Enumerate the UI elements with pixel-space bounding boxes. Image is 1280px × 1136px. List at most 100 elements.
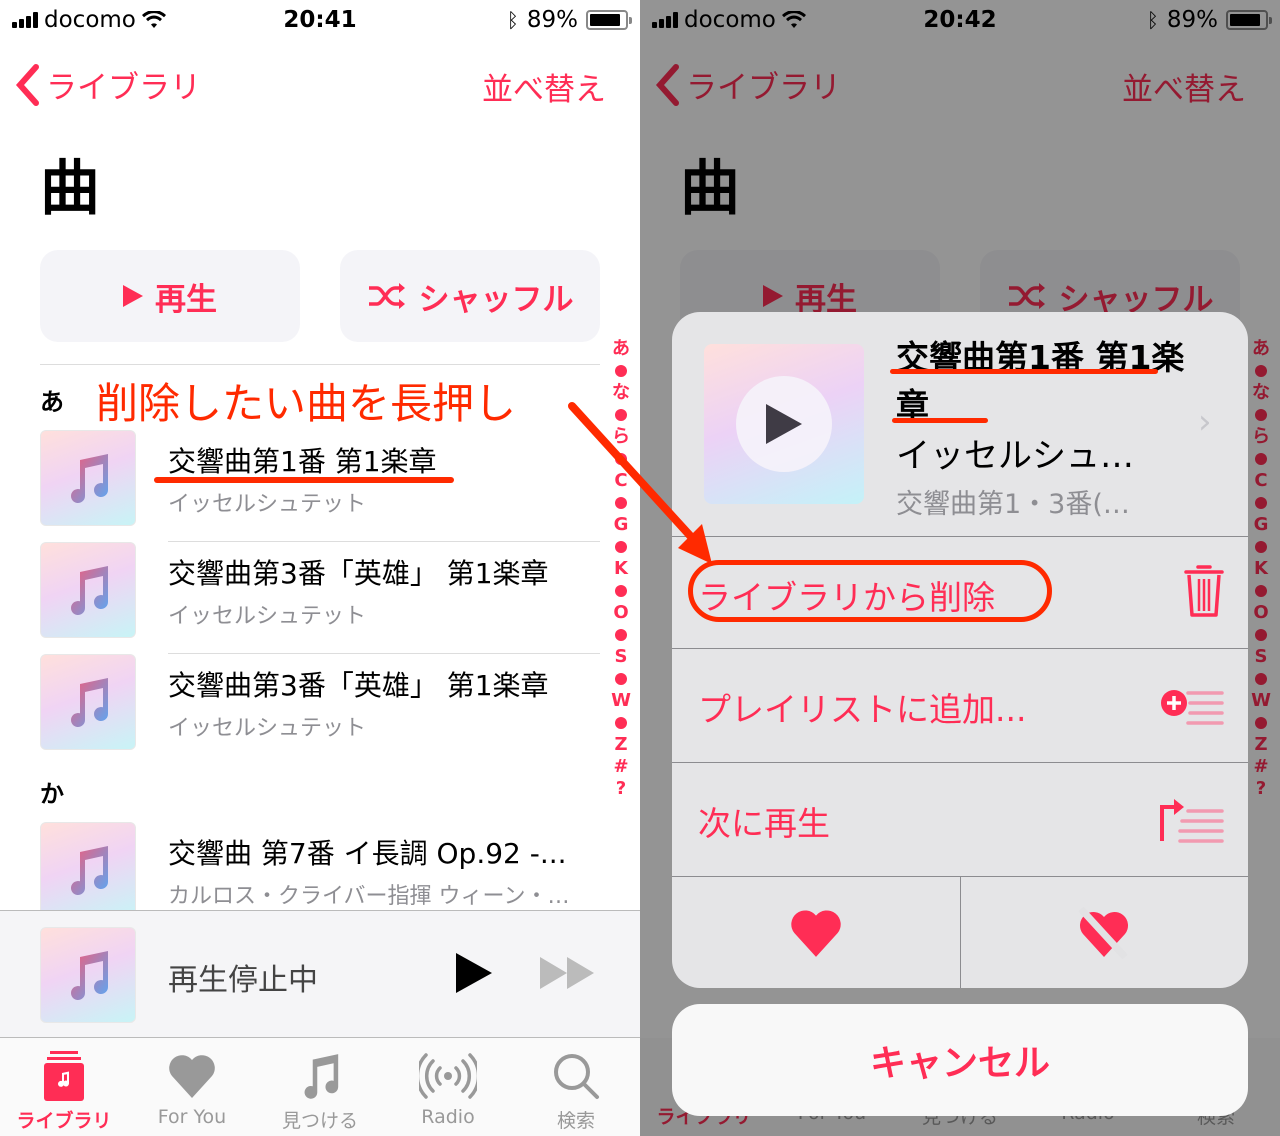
song-header[interactable]: 交響曲第1番 第1楽章 イッセルシュ… 交響曲第1・3番(… › (672, 312, 1248, 536)
sort-button[interactable]: 並べ替え (482, 64, 606, 109)
index-dot[interactable] (615, 497, 627, 509)
annotation-text: 削除したい曲を長押し (96, 379, 517, 428)
song-row[interactable]: 交響曲第3番「英雄」 第1楽章 イッセルシュテット (40, 542, 600, 654)
battery-icon (586, 10, 632, 30)
annotation-highlight-ring (688, 560, 1052, 622)
index-letter[interactable]: Z (614, 734, 627, 756)
preview-play-button[interactable] (736, 376, 832, 472)
shuffle-button[interactable]: シャッフル (340, 250, 600, 342)
suggest-less-button[interactable] (961, 877, 1249, 988)
music-note-icon (71, 454, 109, 504)
play-all-button[interactable]: 再生 (40, 250, 300, 342)
tab-radio[interactable]: Radio (384, 1046, 512, 1128)
mini-player[interactable]: 再生停止中 (0, 910, 640, 1038)
tab-for-you[interactable]: For You (128, 1046, 256, 1128)
index-dot[interactable] (615, 629, 627, 641)
tab-label: 検索 (556, 1110, 595, 1132)
song-album: 交響曲第1・3番(… (896, 489, 1130, 520)
index-letter[interactable]: S (615, 646, 628, 668)
album-art (40, 654, 136, 750)
tab-label: Radio (421, 1106, 475, 1128)
tab-browse[interactable]: 見つける (256, 1046, 384, 1133)
status-bar: docomo 20:41 ᛒ 89% (0, 0, 640, 42)
heart-icon (791, 909, 841, 957)
index-dot[interactable] (615, 409, 627, 421)
index-letter[interactable]: C (614, 470, 627, 492)
index-dot[interactable] (615, 585, 627, 597)
index-letter[interactable]: K (614, 558, 628, 580)
music-note-icon (71, 951, 109, 1001)
shuffle-label: シャッフル (418, 281, 574, 318)
index-letter[interactable]: な (612, 382, 630, 404)
index-dot[interactable] (615, 717, 627, 729)
trash-icon (1184, 565, 1224, 617)
battery-percent: 89% (526, 7, 578, 33)
fast-forward-button[interactable] (540, 957, 594, 989)
bluetooth-icon: ᛒ (506, 8, 519, 32)
annotation-underline (892, 418, 988, 423)
action-sheet: 交響曲第1番 第1楽章 イッセルシュ… 交響曲第1・3番(… › ライブラリから… (672, 312, 1248, 988)
play-icon (766, 404, 802, 444)
index-letter[interactable]: W (611, 690, 631, 712)
play-icon (123, 285, 143, 307)
add-to-playlist-option[interactable]: プレイリストに追加... (672, 648, 1248, 760)
navigation-bar: ライブラリ 並べ替え (0, 56, 640, 112)
tab-library[interactable]: ライブラリ (0, 1046, 128, 1133)
index-letter[interactable]: ら (612, 426, 630, 448)
index-letter[interactable]: O (613, 602, 628, 624)
play-next-option[interactable]: 次に再生 (672, 762, 1248, 874)
song-title: 交響曲 第7番 イ長調 Op.92 -... (168, 837, 567, 870)
chevron-right-icon: › (1198, 402, 1212, 442)
play-button[interactable] (456, 953, 492, 993)
album-art (40, 542, 136, 638)
album-art (40, 430, 136, 526)
love-button[interactable] (672, 877, 961, 988)
song-artist: イッセルシュテット (168, 492, 367, 517)
chevron-left-icon (15, 63, 39, 106)
back-button[interactable]: ライブラリ (14, 62, 201, 107)
index-letter[interactable]: あ (612, 338, 630, 360)
page-title: 曲 (40, 154, 100, 224)
song-row[interactable]: 交響曲第3番「英雄」 第1楽章 イッセルシュテット (40, 654, 600, 766)
music-note-icon (71, 566, 109, 616)
tab-search[interactable]: 検索 (512, 1046, 640, 1133)
section-header: か (40, 780, 64, 808)
search-icon (554, 1054, 599, 1099)
index-dot[interactable] (615, 365, 627, 377)
index-letter[interactable]: # (613, 756, 628, 778)
heart-slash-icon (1078, 906, 1129, 959)
song-artist: イッセルシュテット (168, 716, 367, 741)
add-to-playlist-icon (1161, 690, 1224, 725)
song-row[interactable]: 交響曲第1番 第1楽章 イッセルシュテット (40, 430, 600, 542)
section-header: あ (40, 388, 64, 416)
song-title: 交響曲第1番 第1楽章 (896, 338, 1185, 425)
music-note-icon (304, 1054, 339, 1099)
album-art (40, 927, 136, 1023)
cancel-button[interactable]: キャンセル (672, 1004, 1248, 1116)
album-art (40, 822, 136, 918)
index-dot[interactable] (615, 453, 627, 465)
radio-icon (419, 1053, 477, 1099)
library-icon (44, 1051, 84, 1101)
heart-icon (169, 1055, 215, 1098)
rating-row (672, 876, 1248, 988)
section-index[interactable]: あなら C G K O S W Z #? (608, 338, 634, 800)
index-dot[interactable] (615, 541, 627, 553)
shuffle-icon (368, 283, 405, 309)
song-title: 交響曲第3番「英雄」 第1楽章 (168, 557, 549, 590)
option-label: 次に再生 (698, 804, 830, 843)
index-letter[interactable]: G (614, 514, 629, 536)
song-artist: イッセルシュ… (896, 436, 1134, 476)
song-title: 交響曲第1番 第1楽章 (168, 445, 437, 478)
tab-label: 見つける (281, 1110, 358, 1132)
divider (40, 364, 600, 365)
tab-bar: ライブラリ For You 見つける Radio 検索 (0, 1038, 640, 1136)
song-artist: イッセルシュテット (168, 604, 367, 629)
option-label: プレイリストに追加... (698, 690, 1027, 729)
song-artist: カルロス・クライバー指揮 ウィーン・… (168, 884, 570, 909)
song-title: 交響曲第3番「英雄」 第1楽章 (168, 669, 549, 702)
library-songs-screen: docomo 20:41 ᛒ 89% ライブラリ 並べ替え 曲 再生 シャッフル… (0, 0, 640, 1136)
index-letter[interactable]: ? (616, 778, 626, 800)
annotation-underline (890, 369, 1158, 374)
index-dot[interactable] (615, 673, 627, 685)
